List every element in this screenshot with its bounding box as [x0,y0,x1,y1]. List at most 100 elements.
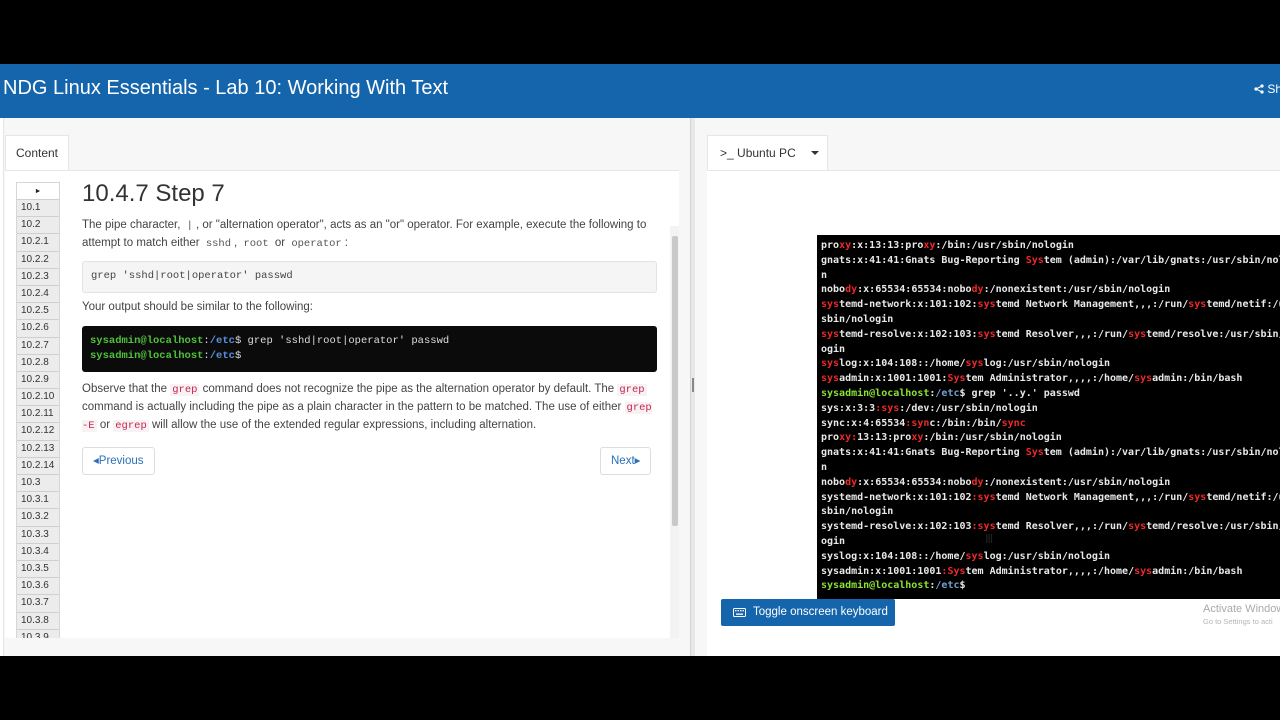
terminal-text: temd-resolve:x:102:103: [839,328,978,340]
terminal-line: sys:x:3:3:sys:/dev:/usr/sbin/nologin [821,402,1280,417]
terminal-line: nobody:x:65534:65534:nobody:/nonexistent… [821,476,1280,491]
terminal-line: sysadmin@localhost:/etc$ [821,579,1280,594]
inline-code-grep: grep [617,384,647,396]
terminal-text: sys [821,328,840,340]
nav-item[interactable]: 10.3.8 [17,612,59,630]
nav-item[interactable]: 10.3.1 [17,492,59,510]
terminal-text: sysadmin@localhost [821,387,930,399]
terminal-text: :Sys [941,565,966,577]
terminal-text: gnats:x:41:41:Gnats Bug-Reporting [821,447,1026,459]
terminal-text: sys [821,373,840,385]
nav-item[interactable]: 10.3.2 [17,509,59,527]
toggle-keyboard-button[interactable]: Toggle onscreen keyboard [721,599,895,626]
terminal-text: :sys [971,521,996,533]
nav-item[interactable]: 10.2.14 [17,457,59,475]
nav-item[interactable]: 10.2.5 [17,303,59,321]
terminal-text: $ grep '..y.' passwd [959,387,1080,399]
inline-code-grep: grep [170,384,200,396]
nav-item[interactable]: 10.3.4 [17,543,59,561]
terminal-text: temd Resolver,,,:/run/ [995,521,1129,533]
content-scrollbar[interactable] [670,226,679,638]
terminal-text: sys [1134,565,1153,577]
nav-item[interactable]: 10.2.2 [17,251,59,269]
command-block[interactable]: grep 'sshd|root|operator' passwd [82,261,657,293]
nav-item[interactable]: 10.2 [17,217,59,235]
terminal-text: sbin/nologin [821,313,894,325]
share-label: Sh [1267,82,1280,96]
terminal-line: sbin/nologin [821,313,1280,328]
terminal-text: 13:13:pro [857,432,912,444]
nav-item[interactable]: 10.2.4 [17,285,59,304]
terminal-text: pro [821,432,840,444]
chevron-down-icon[interactable] [811,151,819,155]
terminal-text: log:/usr/sbin/nologin [983,550,1110,562]
terminal-text: sync [1001,417,1026,429]
nav-item[interactable]: 10.2.12 [17,423,59,441]
terminal-text: :/dev:/usr/sbin/nologin [899,402,1038,414]
terminal-text: log:x:104:108::/home/ [839,358,966,370]
nav-expand-icon[interactable]: ► [17,183,59,200]
content-scrollbar-thumb[interactable] [672,236,678,526]
terminal-line: gnats:x:41:41:Gnats Bug-Reporting System… [821,446,1280,461]
nav-item[interactable]: 10.2.11 [17,406,59,424]
terminal-text: :sys [971,491,996,503]
nav-item[interactable]: 10.3.5 [17,560,59,579]
divider-grip-icon[interactable] [692,378,694,392]
terminal-text: tem (admin):/var/lib/gnats:/usr/sbin/nol… [1043,447,1280,459]
tab-content[interactable]: Content [5,135,69,171]
nav-item[interactable]: 10.2.1 [17,234,59,252]
terminal-line: nobody:x:65534:65534:nobody:/nonexistent… [821,283,1280,298]
terminal-screen[interactable]: proxy:x:13:13:proxy:/bin:/usr/sbin/nolog… [817,235,1280,599]
nav-item[interactable]: 10.2.6 [17,320,59,338]
nav-item[interactable]: 10.1 [17,200,59,218]
previous-button[interactable]: ◂Previous [82,447,155,475]
step-paragraph-1: The pipe character, |, or "alternation o… [82,219,647,250]
nav-item[interactable]: 10.2.8 [17,354,59,372]
terminal-text: dy [971,284,984,296]
terminal-line: systemd-resolve:x:102:103:systemd Resolv… [821,520,1280,535]
inline-code-sshd: sshd [205,238,232,250]
terminal-text: temd/netif:/usr/ [1206,491,1280,503]
terminal-text: tem Administrator,,,,:/home/ [965,565,1135,577]
share-button[interactable]: Sh [1254,82,1280,96]
terminal-line: systemd-resolve:x:102:103:systemd Resolv… [821,328,1280,343]
terminal-text: c:/bin:/bin/ [929,417,1002,429]
terminal-text: :x:65534:65534:nobo [857,476,972,488]
share-icon [1254,84,1264,94]
nav-item[interactable]: 10.3.6 [17,578,59,596]
inline-code-egrep: egrep [113,420,149,432]
terminal-line: gnats:x:41:41:Gnats Bug-Reporting System… [821,254,1280,269]
terminal-text: sys [977,299,996,311]
nav-item[interactable]: 10.3.7 [17,595,59,613]
nav-item[interactable]: 10.3.9 [17,629,59,638]
step-paragraph-2: Your output should be similar to the fol… [82,301,313,313]
content-card: ► 10.1 10.2 10.2.1 10.2.2 10.2.3 10.2.4 10.2.5… [5,170,679,638]
next-button[interactable]: Next▸ [600,447,652,475]
nav-item[interactable]: 10.2.10 [17,389,59,407]
terminal-text: dy [845,284,858,296]
terminal-icon: >_ [720,146,734,160]
terminal-text: gnats:x:41:41:Gnats Bug-Reporting [821,254,1026,266]
terminal-line: ogin [821,343,1280,358]
terminal-text: temd-network:x:101:102: [839,299,978,311]
nav-item[interactable]: 10.2.3 [17,268,59,286]
terminal-text: log:/usr/sbin/nologin [983,358,1110,370]
nav-item[interactable]: 10.2.13 [17,440,59,458]
terminal-line: proxy:x:13:13:proxy:/bin:/usr/sbin/nolog… [821,239,1280,254]
nav-item[interactable]: 10.2.7 [17,337,59,355]
terminal-text: Sys [1025,447,1044,459]
chevron-right-icon: ▸ [634,455,641,467]
activate-windows-watermark: Activate Window [1203,603,1280,615]
tab-ubuntu-pc[interactable]: >_ Ubuntu PC [707,135,828,171]
terminal-text: nobo [821,284,846,296]
terminal-text: :x:65534:65534:nobo [857,284,972,296]
nav-item[interactable]: 10.3.3 [17,526,59,544]
terminal-line: sysadmin@localhost:/etc$ grep '..y.' pas… [821,387,1280,402]
terminal-text: sys [977,328,996,340]
terminal-text: Sys [947,373,966,385]
nav-item[interactable]: 10.3 [17,475,59,493]
nav-item[interactable]: 10.2.9 [17,371,59,390]
step-paragraph-3: Observe that the grep command does not r… [82,383,652,432]
terminal-text: /etc [935,580,960,592]
terminal-text: sync:x:4:65534 [821,417,906,429]
